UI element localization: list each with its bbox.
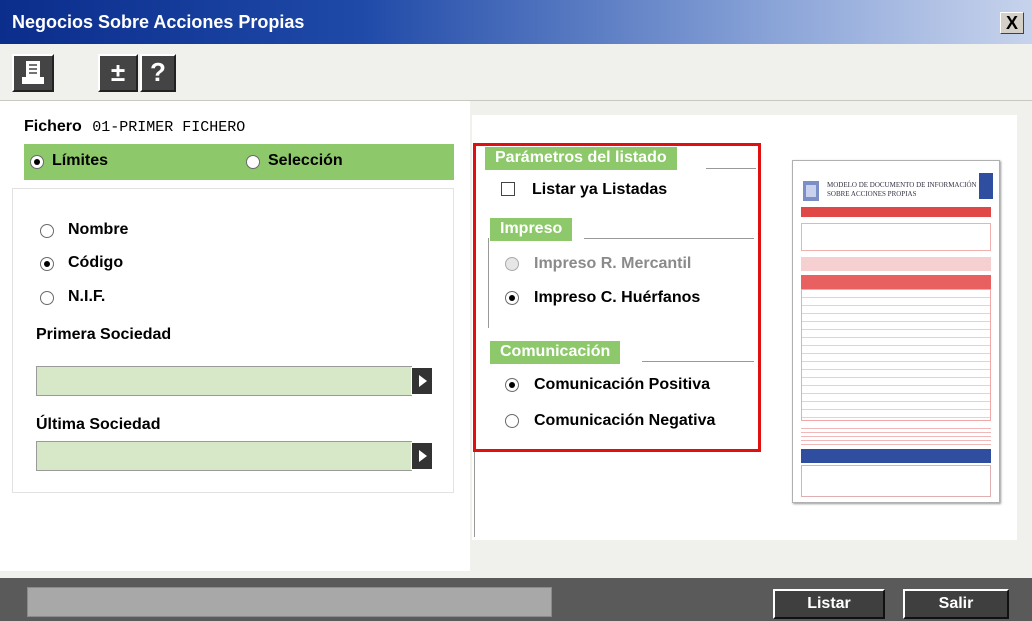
preview-table-body <box>801 289 991 421</box>
first-company-lookup-button[interactable] <box>411 367 433 395</box>
help-button[interactable]: ? <box>140 54 176 92</box>
close-button[interactable]: X <box>1000 12 1024 34</box>
preview-blue-band <box>801 449 991 463</box>
name-label: Nombre <box>68 221 129 238</box>
comm-group-title: Comunicación <box>490 341 621 364</box>
positive-radio[interactable] <box>505 378 519 392</box>
preview-table-header <box>801 275 991 289</box>
first-company-input[interactable] <box>36 366 412 396</box>
last-company-label: Última Sociedad <box>36 416 161 433</box>
print-group-title: Impreso <box>490 218 573 241</box>
params-title: Parámetros del listado <box>485 147 677 170</box>
print-frame-line <box>584 238 754 239</box>
limits-radio[interactable] <box>30 155 44 169</box>
limits-label: Límites <box>52 152 109 169</box>
list-button[interactable]: Listar <box>773 589 885 619</box>
code-label: Código <box>68 254 124 271</box>
huerfanos-label: Impreso C. Huérfanos <box>534 289 701 306</box>
mercantil-label: Impreso R. Mercantil <box>534 255 692 272</box>
params-frame-line <box>706 168 756 169</box>
preview-form-fields <box>801 223 991 251</box>
comm-frame-line <box>642 361 754 362</box>
list-already-checkbox[interactable] <box>501 182 515 196</box>
add-remove-button[interactable]: ± <box>98 54 138 92</box>
first-company-label: Primera Sociedad <box>36 326 172 343</box>
exit-button[interactable]: Salir <box>903 589 1009 619</box>
file-label: Fichero <box>24 118 82 135</box>
selection-radio[interactable] <box>246 155 260 169</box>
code-radio[interactable] <box>40 257 54 271</box>
preview-red-band <box>801 207 991 217</box>
nif-radio[interactable] <box>40 291 54 305</box>
window-title: Negocios Sobre Acciones Propias <box>12 12 305 32</box>
coat-of-arms-icon <box>803 181 819 201</box>
file-row: Fichero 01-PRIMER FICHERO <box>24 118 245 136</box>
negative-label: Comunicación Negativa <box>534 412 716 429</box>
preview-notes <box>801 425 991 445</box>
preview-mark <box>979 173 993 199</box>
document-preview: MODELO DE DOCUMENTO DE INFORMACIÓN SOBRE… <box>792 160 1000 503</box>
name-radio[interactable] <box>40 224 54 238</box>
last-company-input[interactable] <box>36 441 412 471</box>
nif-label: N.I.F. <box>68 288 106 305</box>
print-button[interactable] <box>12 54 54 92</box>
mercantil-radio[interactable] <box>505 257 519 271</box>
print-frame-left <box>488 238 489 328</box>
preview-signature-box <box>801 465 991 497</box>
preview-heading-1: MODELO DE DOCUMENTO DE INFORMACIÓN <box>827 181 977 189</box>
printer-icon <box>22 61 44 84</box>
list-already-label: Listar ya Listadas <box>532 181 668 198</box>
status-field <box>27 587 552 617</box>
preview-info-band <box>801 257 991 271</box>
selection-label: Selección <box>268 152 343 169</box>
huerfanos-radio[interactable] <box>505 291 519 305</box>
preview-heading-2: SOBRE ACCIONES PROPIAS <box>827 190 917 198</box>
positive-label: Comunicación Positiva <box>534 376 711 393</box>
file-value: 01-PRIMER FICHERO <box>92 119 246 136</box>
last-company-lookup-button[interactable] <box>411 442 433 470</box>
negative-radio[interactable] <box>505 414 519 428</box>
